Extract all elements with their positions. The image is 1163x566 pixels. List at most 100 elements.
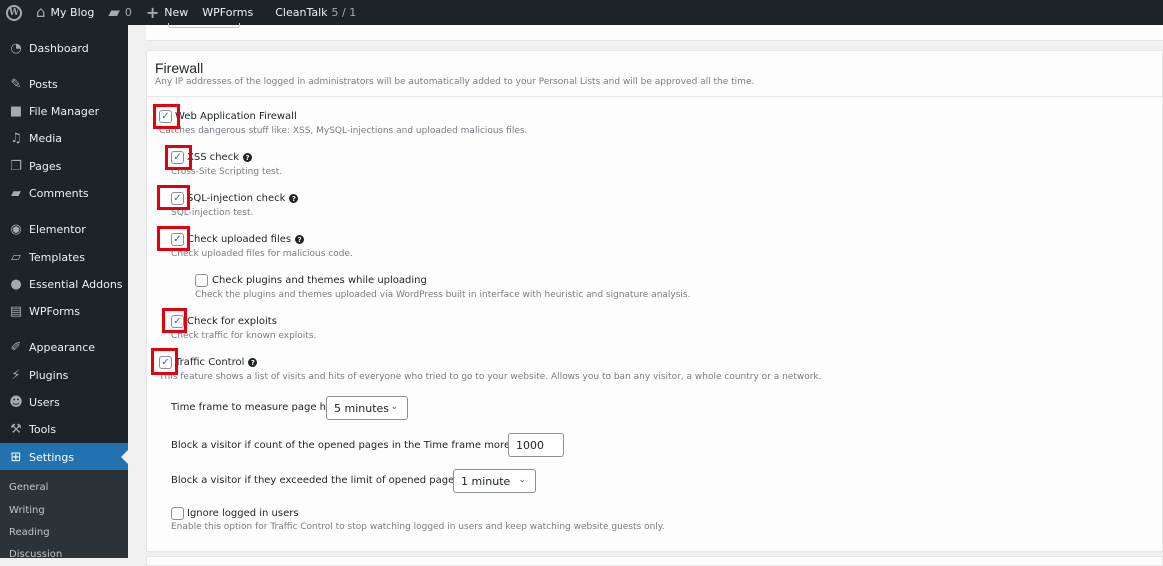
upload-label: Check uploaded files [187, 234, 292, 245]
sidebar-item-users[interactable]: ☻ Users [0, 388, 128, 416]
folder-icon: ■ [9, 103, 23, 119]
site-name: My Blog [50, 6, 95, 19]
chevron-down-icon: ⌄ [518, 475, 526, 485]
sidebar-item-label: Essential Addons [29, 277, 123, 291]
timeframe-select[interactable]: 5 minutes ⌄ [326, 396, 408, 420]
block-count-value: 1000 [516, 438, 544, 452]
submenu-general[interactable]: General [9, 482, 48, 493]
block-period-select[interactable]: 1 minute ⌄ [453, 469, 536, 493]
timeframe-label: Time frame to measure page hits [171, 402, 338, 413]
block-count-input[interactable]: 1000 [508, 433, 564, 457]
sidebar-item-templates[interactable]: ▱ Templates [0, 243, 128, 271]
sidebar-item-appearance[interactable]: ✐ Appearance [0, 333, 128, 361]
highlight-box [162, 308, 187, 333]
sidebar-item-tools[interactable]: ⚒ Tools [0, 415, 128, 443]
sidebar-item-label: Appearance [29, 340, 96, 354]
pages-icon: ❐ [10, 158, 22, 174]
ignore-logged-label: Ignore logged in users [187, 508, 299, 519]
sidebar-item-label: Comments [29, 186, 89, 200]
sidebar-item-pages[interactable]: ❐ Pages [0, 152, 128, 180]
sidebar-item-wpforms[interactable]: ▤ WPForms [0, 297, 128, 325]
ignore-logged-option: Ignore logged in users [171, 507, 299, 520]
wpforms-label: WPForms [202, 6, 254, 19]
plus-icon: + [145, 2, 160, 22]
comment-icon: ▰ [108, 3, 120, 21]
wrench-icon: ⚒ [10, 421, 22, 437]
plugins-upload-description: Check the plugins and themes uploaded vi… [195, 290, 691, 300]
previous-settings-panel [146, 23, 1163, 41]
sql-label: SQL-injection check [187, 193, 286, 204]
sidebar-item-posts[interactable]: ✎ Posts [0, 70, 128, 98]
sidebar-item-label: Users [29, 395, 60, 409]
firewall-panel: Firewall Any IP addresses of the logged … [146, 50, 1163, 552]
sidebar-item-label: Dashboard [29, 41, 89, 55]
highlight-box [153, 104, 180, 129]
sql-option: SQL-injection check ? [171, 192, 299, 205]
sidebar-item-settings[interactable]: ⊞ Settings [0, 443, 128, 471]
user-icon: ☻ [9, 394, 23, 410]
divider [147, 96, 1163, 97]
sidebar-item-label: Settings [29, 450, 75, 464]
sidebar-item-media[interactable]: ♫ Media [0, 124, 128, 152]
media-icon: ♫ [10, 130, 22, 146]
sidebar-item-label: WPForms [29, 304, 80, 318]
highlight-box [157, 185, 190, 210]
site-name-link[interactable]: ⌂ My Blog [29, 0, 101, 25]
plugins-upload-checkbox[interactable] [195, 274, 208, 287]
plug-icon: ⚡ [11, 367, 21, 383]
comments-link[interactable]: ▰ 0 [101, 0, 139, 25]
highlight-box [165, 145, 192, 170]
help-icon[interactable]: ? [243, 153, 253, 162]
cleantalk-count: 5 / 1 [331, 6, 357, 19]
firewall-subtitle: Any IP addresses of the logged in admini… [155, 77, 755, 87]
upload-option: Check uploaded files ? [171, 233, 305, 246]
previous-panel-control[interactable] [168, 23, 240, 28]
submenu-discussion[interactable]: Discussion [9, 549, 62, 560]
highlight-box [157, 226, 190, 251]
highlight-box [151, 348, 178, 375]
settings-icon: ⊞ [10, 449, 22, 465]
sidebar-item-dashboard[interactable]: ◔ Dashboard [0, 34, 128, 62]
sidebar-item-label: Tools [29, 422, 57, 436]
pin-icon: ✎ [10, 76, 22, 92]
new-label: New [164, 6, 189, 19]
firewall-title: Firewall [155, 60, 204, 76]
comments-count: 0 [124, 6, 132, 19]
help-icon[interactable]: ? [295, 235, 305, 244]
xss-label: XSS check [187, 152, 240, 163]
wp-logo-menu[interactable]: W [0, 0, 29, 25]
sidebar-item-label: Pages [29, 159, 62, 173]
sidebar-item-label: Templates [29, 250, 85, 264]
wordpress-logo-icon: W [6, 4, 22, 21]
help-icon[interactable]: ? [289, 194, 299, 203]
timeframe-value: 5 minutes [334, 401, 390, 415]
cleantalk-label: CleanTalk [275, 6, 328, 19]
form-icon: ▤ [9, 303, 23, 319]
admin-bar: W ⌂ My Blog ▰ 0 + New WPForms CleanTalk … [0, 0, 1163, 25]
exploits-label: Check for exploits [187, 316, 277, 327]
traffic-control-description: This feature shows a list of visits and … [159, 372, 822, 382]
waf-description: Catches dangerous stuff like: XSS, MySQL… [159, 126, 528, 136]
traffic-control-label: Traffic Control [175, 357, 245, 368]
chevron-down-icon: ⌄ [390, 402, 398, 412]
plugins-upload-option: Check plugins and themes while uploading [195, 274, 427, 287]
sidebar-item-plugins[interactable]: ⚡ Plugins [0, 361, 128, 389]
sidebar-item-label: Posts [29, 77, 58, 91]
sidebar-item-file-manager[interactable]: ■ File Manager [0, 97, 128, 125]
wpforms-link[interactable]: WPForms [195, 0, 260, 25]
cleantalk-link[interactable]: CleanTalk 5 / 1 [268, 0, 363, 25]
home-icon: ⌂ [36, 3, 46, 21]
submenu-reading[interactable]: Reading [9, 527, 50, 538]
ea-icon: ● [10, 276, 22, 292]
sidebar-item-essential-addons[interactable]: ● Essential Addons [0, 270, 128, 298]
sidebar-item-elementor[interactable]: ◉ Elementor [0, 215, 128, 243]
sidebar-item-comments[interactable]: ▰ Comments [0, 179, 128, 207]
elementor-icon: ◉ [10, 221, 22, 237]
upload-description: Check uploaded files for malicious code. [171, 249, 353, 259]
exploits-description: Check traffic for known exploits. [171, 331, 317, 341]
new-content-link[interactable]: + New [139, 0, 195, 25]
help-icon[interactable]: ? [248, 358, 258, 367]
block-period-label: Block a visitor if they exceeded the lim… [171, 475, 477, 486]
submenu-writing[interactable]: Writing [9, 505, 45, 516]
ignore-logged-checkbox[interactable] [171, 507, 184, 520]
